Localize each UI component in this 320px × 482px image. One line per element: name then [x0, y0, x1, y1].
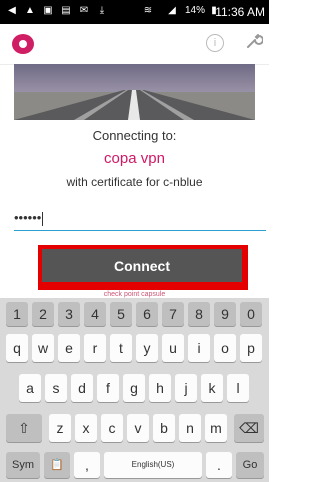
key-h[interactable]: h — [149, 374, 171, 402]
key-b[interactable]: b — [153, 414, 175, 442]
space-key[interactable]: English(US) — [104, 452, 202, 478]
clipboard-key[interactable]: 📋 — [44, 452, 70, 478]
key-m[interactable]: m — [205, 414, 227, 442]
battery-level: 14% — [185, 5, 206, 16]
period-key[interactable]: . — [206, 452, 232, 478]
key-l[interactable]: l — [227, 374, 249, 402]
key-s[interactable]: s — [45, 374, 67, 402]
key-d[interactable]: d — [71, 374, 93, 402]
status-bar: ◀ ▲ ▣ ▤ ✉ ⤓ ≋ ◢ 14% ▮ 11:36 AM — [0, 0, 269, 24]
key-7[interactable]: 7 — [162, 302, 184, 326]
key-v[interactable]: v — [127, 414, 149, 442]
sym-key[interactable]: Sym — [6, 452, 40, 478]
key-x[interactable]: x — [75, 414, 97, 442]
key-c[interactable]: c — [101, 414, 123, 442]
key-g[interactable]: g — [123, 374, 145, 402]
certificate-text: with certificate for c-nblue — [66, 175, 203, 189]
key-4[interactable]: 4 — [84, 302, 106, 326]
download-icon: ⤓ — [99, 5, 105, 16]
key-5[interactable]: 5 — [110, 302, 132, 326]
key-o[interactable]: o — [214, 334, 236, 362]
key-3[interactable]: 3 — [58, 302, 80, 326]
mail-icon: ✉ — [79, 5, 89, 16]
key-a[interactable]: a — [19, 374, 41, 402]
key-u[interactable]: u — [162, 334, 184, 362]
info-icon[interactable]: i — [206, 34, 224, 52]
key-f[interactable]: f — [97, 374, 119, 402]
key-9[interactable]: 9 — [214, 302, 236, 326]
key-t[interactable]: t — [110, 334, 132, 362]
clock: 11:36 AM — [215, 5, 265, 19]
password-field[interactable]: •••••• — [14, 210, 266, 231]
key-1[interactable]: 1 — [6, 302, 28, 326]
keyboard: 1 2 3 4 5 6 7 8 9 0 q w e r t y u i o p … — [0, 298, 269, 482]
password-value: •••••• — [14, 210, 42, 225]
image-icon: ▤ — [61, 5, 71, 16]
key-w[interactable]: w — [32, 334, 54, 362]
key-8[interactable]: 8 — [188, 302, 210, 326]
key-r[interactable]: r — [84, 334, 106, 362]
shift-key[interactable]: ⇧ — [6, 414, 42, 442]
key-n[interactable]: n — [179, 414, 201, 442]
app-bar: i — [0, 24, 269, 65]
key-2[interactable]: 2 — [32, 302, 54, 326]
key-6[interactable]: 6 — [136, 302, 158, 326]
wifi-icon: ≋ — [143, 5, 153, 16]
key-e[interactable]: e — [58, 334, 80, 362]
backspace-key[interactable]: ⌫ — [234, 414, 264, 442]
warning-icon: ▲ — [25, 5, 35, 16]
key-q[interactable]: q — [6, 334, 28, 362]
key-z[interactable]: z — [49, 414, 71, 442]
connecting-label: Connecting to: — [92, 128, 177, 143]
key-0[interactable]: 0 — [240, 302, 262, 326]
hint-text: check point capsule — [103, 291, 166, 298]
vpn-name: copa vpn — [104, 150, 165, 167]
key-i[interactable]: i — [188, 334, 210, 362]
screen-icon: ▣ — [43, 5, 53, 16]
road-banner-image — [14, 64, 255, 120]
key-y[interactable]: y — [136, 334, 158, 362]
comma-key[interactable]: , — [74, 452, 100, 478]
go-key[interactable]: Go — [236, 452, 264, 478]
signal-icon: ◢ — [168, 5, 176, 16]
back-icon: ◀ — [8, 5, 16, 16]
key-j[interactable]: j — [175, 374, 197, 402]
app-logo-icon — [12, 34, 34, 54]
key-p[interactable]: p — [240, 334, 262, 362]
connect-highlight-box: Connect — [38, 245, 248, 290]
text-caret — [42, 211, 44, 226]
key-k[interactable]: k — [201, 374, 223, 402]
settings-wrench-icon[interactable] — [245, 32, 264, 52]
connect-button[interactable]: Connect — [42, 249, 242, 282]
